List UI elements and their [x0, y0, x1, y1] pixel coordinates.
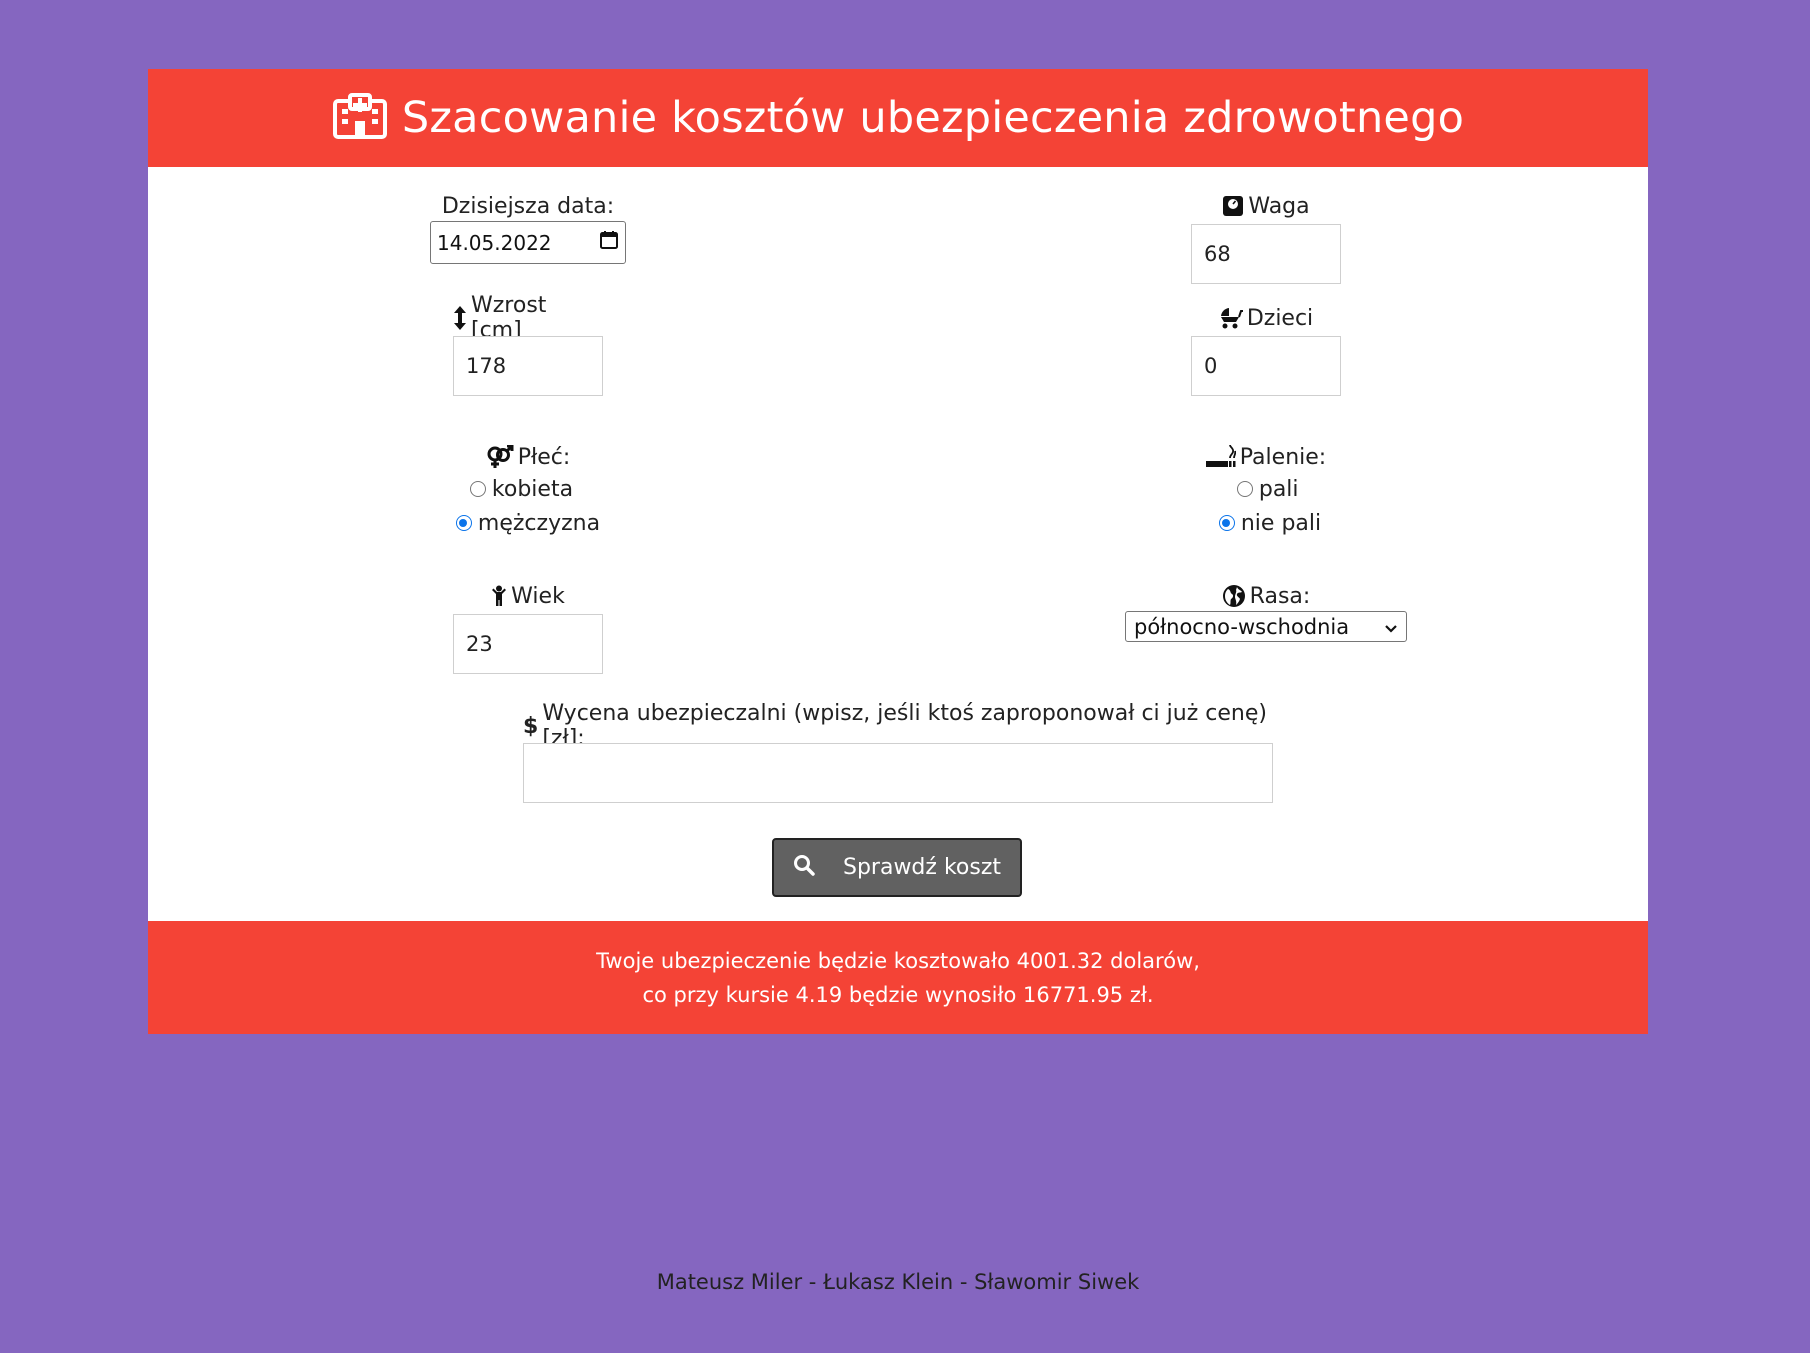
sex-option-female[interactable]: kobieta	[469, 472, 574, 506]
radio-female[interactable]	[469, 481, 486, 497]
region-selected: północno-wschodnia	[1134, 614, 1350, 639]
venus-mars-icon	[486, 445, 514, 469]
search-icon	[793, 854, 815, 882]
quote-field: $ Wycena ubezpieczalni (wpisz, jeśli kto…	[523, 701, 1273, 803]
radio-male[interactable]	[455, 515, 472, 531]
calendar-icon[interactable]	[599, 230, 619, 255]
sex-field: Płeć: kobieta mężczyzna	[438, 442, 618, 540]
height-field: Wzrost [cm] 178	[453, 293, 603, 396]
baby-carriage-icon	[1219, 307, 1243, 329]
smoking-option-no-label: nie pali	[1240, 510, 1322, 536]
children-input[interactable]: 0	[1191, 336, 1341, 396]
globe-icon	[1222, 584, 1246, 608]
region-label-row: Rasa:	[1222, 581, 1311, 611]
footer-authors: Mateusz Miler - Łukasz Klein - Sławomir …	[656, 1270, 1140, 1294]
region-select[interactable]: północno-wschodnia	[1125, 611, 1407, 642]
result-line-2: co przy kursie 4.19 będzie wynosiło 1677…	[642, 982, 1154, 1007]
children-field: Dzieci 0	[1191, 303, 1341, 396]
chevron-down-icon	[1384, 615, 1398, 639]
children-label: Dzieci	[1246, 305, 1314, 331]
weight-input[interactable]: 68	[1191, 224, 1341, 284]
age-field: Wiek 23	[453, 581, 603, 674]
sex-option-male[interactable]: mężczyzna	[455, 506, 601, 540]
radio-no-smoke[interactable]	[1218, 515, 1235, 531]
arrows-vertical-icon	[453, 306, 467, 330]
scale-icon	[1222, 195, 1244, 217]
age-label-row: Wiek	[491, 581, 565, 611]
check-cost-label: Sprawdź koszt	[842, 855, 1001, 880]
page-title: Szacowanie kosztów ubezpieczenia zdrowot…	[401, 93, 1465, 143]
children-value: 0	[1204, 354, 1218, 378]
sex-option-female-label: kobieta	[491, 476, 574, 502]
height-label-row: Wzrost [cm]	[453, 293, 603, 343]
weight-label-row: Waga	[1222, 191, 1310, 221]
age-label: Wiek	[511, 583, 565, 609]
page-header: Szacowanie kosztów ubezpieczenia zdrowot…	[148, 69, 1648, 167]
result-line-1: Twoje ubezpieczenie będzie kosztowało 40…	[596, 948, 1200, 973]
date-field: Dzisiejsza data: 14.05.2022	[430, 191, 626, 264]
dollar-icon: $	[523, 713, 539, 739]
smoking-icon	[1205, 445, 1236, 469]
weight-field: Waga 68	[1191, 191, 1341, 284]
date-value: 14.05.2022	[437, 230, 552, 255]
main-card: Szacowanie kosztów ubezpieczenia zdrowot…	[148, 69, 1648, 1034]
region-label: Rasa:	[1249, 583, 1311, 609]
age-value: 23	[466, 632, 493, 656]
smoking-option-yes[interactable]: pali	[1236, 472, 1299, 506]
sex-label: Płeć:	[517, 444, 571, 470]
smoking-label: Palenie:	[1239, 444, 1327, 470]
hospital-icon	[332, 93, 388, 143]
date-label: Dzisiejsza data:	[441, 193, 615, 219]
sex-option-male-label: mężczyzna	[477, 510, 601, 536]
smoking-field: Palenie: pali nie pali	[1198, 442, 1334, 540]
quote-label-row: $ Wycena ubezpieczalni (wpisz, jeśli kto…	[523, 701, 1273, 751]
check-cost-button[interactable]: Sprawdź koszt	[772, 838, 1022, 897]
sex-options: kobieta mężczyzna	[455, 472, 601, 540]
radio-smokes[interactable]	[1236, 481, 1253, 497]
smoking-option-yes-label: pali	[1258, 476, 1299, 502]
weight-value: 68	[1204, 242, 1231, 266]
region-field: Rasa: północno-wschodnia	[1125, 581, 1407, 642]
date-input[interactable]: 14.05.2022	[430, 221, 626, 264]
weight-label: Waga	[1248, 193, 1310, 219]
smoking-label-row: Palenie:	[1205, 442, 1327, 472]
child-icon	[491, 585, 507, 607]
smoking-option-no[interactable]: nie pali	[1218, 506, 1322, 540]
smoking-options: pali nie pali	[1211, 472, 1321, 540]
result-panel: Twoje ubezpieczenie będzie kosztowało 40…	[148, 921, 1648, 1034]
height-value: 178	[466, 354, 507, 378]
children-label-row: Dzieci	[1219, 303, 1313, 333]
height-input[interactable]: 178	[453, 336, 603, 396]
age-input[interactable]: 23	[453, 614, 603, 674]
quote-input[interactable]	[523, 743, 1273, 803]
sex-label-row: Płeć:	[486, 442, 571, 472]
